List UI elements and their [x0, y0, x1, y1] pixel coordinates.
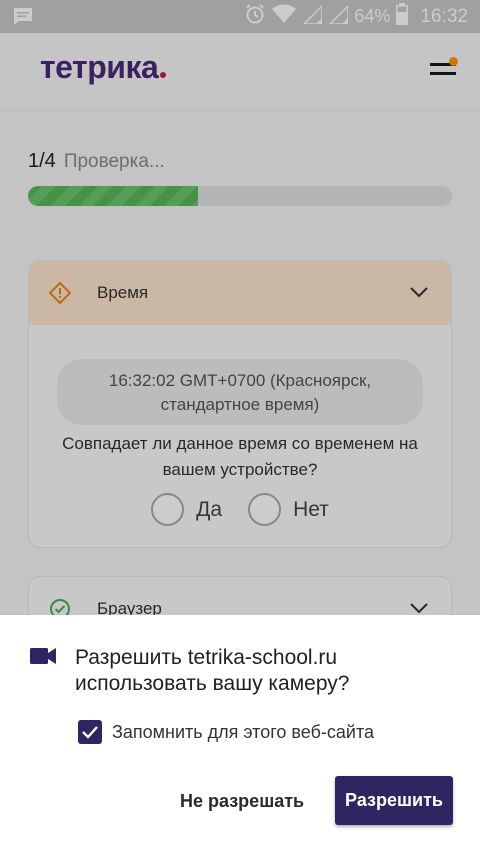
- permission-title: Разрешить tetrika-school.ru использовать…: [75, 646, 350, 695]
- allow-button[interactable]: Разрешить: [335, 776, 453, 825]
- check-icon: [82, 726, 98, 739]
- remember-checkbox[interactable]: [78, 720, 102, 744]
- dim-overlay[interactable]: [0, 0, 480, 615]
- camera-permission-dialog: Разрешить tetrika-school.ru использовать…: [0, 615, 480, 853]
- remember-checkbox-row[interactable]: Запомнить для этого веб-сайта: [78, 720, 374, 744]
- deny-button[interactable]: Не разрешать: [168, 777, 316, 825]
- remember-label: Запомнить для этого веб-сайта: [112, 721, 375, 742]
- camera-icon: [30, 648, 56, 664]
